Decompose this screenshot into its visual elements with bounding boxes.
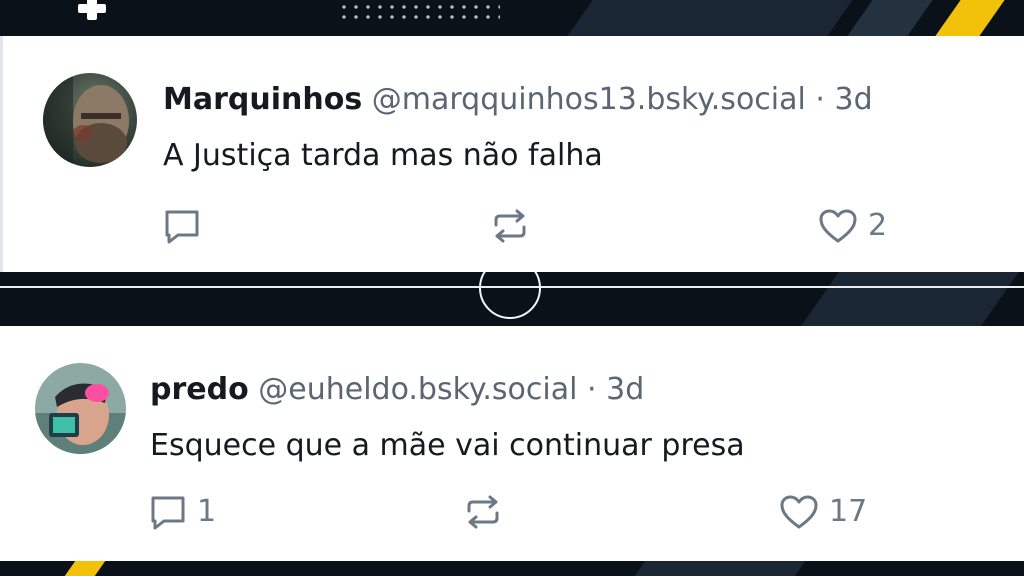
- post-age[interactable]: 3d: [606, 372, 644, 407]
- dot-pattern: [338, 2, 500, 22]
- heart-icon: [780, 495, 818, 529]
- like-count: 17: [829, 494, 868, 529]
- author-name[interactable]: Marquinhos: [163, 82, 362, 117]
- background-stripe: [567, 0, 853, 36]
- repost-icon: [467, 495, 499, 529]
- background-yellow-stripe: [64, 561, 106, 576]
- like-button[interactable]: 17: [779, 494, 867, 530]
- author-name[interactable]: predo: [150, 372, 249, 407]
- reply-button[interactable]: 1: [149, 494, 216, 530]
- reply-button[interactable]: [163, 208, 211, 244]
- author-handle[interactable]: @euheldo.bsky.social: [258, 372, 577, 407]
- separator: ·: [587, 372, 597, 407]
- reply-count: 1: [197, 494, 217, 529]
- heart-icon: [819, 209, 857, 243]
- like-count: 2: [868, 208, 888, 243]
- repost-button[interactable]: [464, 494, 512, 530]
- post-text: A Justiça tarda mas não falha: [163, 138, 603, 173]
- background-stripe: [634, 561, 806, 576]
- post-header: predo @euheldo.bsky.social · 3d: [150, 371, 644, 409]
- background-yellow-stripe: [935, 0, 1005, 36]
- post-text: Esquece que a mãe vai continuar presa: [150, 428, 745, 463]
- cross-decoration: [78, 0, 106, 20]
- post-card[interactable]: Marquinhos @marqquinhos13.bsky.social · …: [0, 36, 1024, 272]
- separator: ·: [815, 82, 825, 117]
- background-stripe: [801, 272, 1019, 326]
- post-card[interactable]: predo @euheldo.bsky.social · 3d Esquece …: [0, 326, 1024, 561]
- repost-button[interactable]: [491, 208, 539, 244]
- post-header: Marquinhos @marqquinhos13.bsky.social · …: [163, 81, 873, 119]
- like-button[interactable]: 2: [818, 208, 887, 244]
- background-stripe: [847, 0, 933, 36]
- author-handle[interactable]: @marqquinhos13.bsky.social: [372, 82, 806, 117]
- repost-icon: [494, 209, 526, 243]
- reply-icon: [165, 210, 199, 244]
- avatar[interactable]: [43, 73, 137, 167]
- avatar[interactable]: [35, 363, 126, 454]
- post-age[interactable]: 3d: [834, 82, 872, 117]
- reply-icon: [151, 496, 185, 530]
